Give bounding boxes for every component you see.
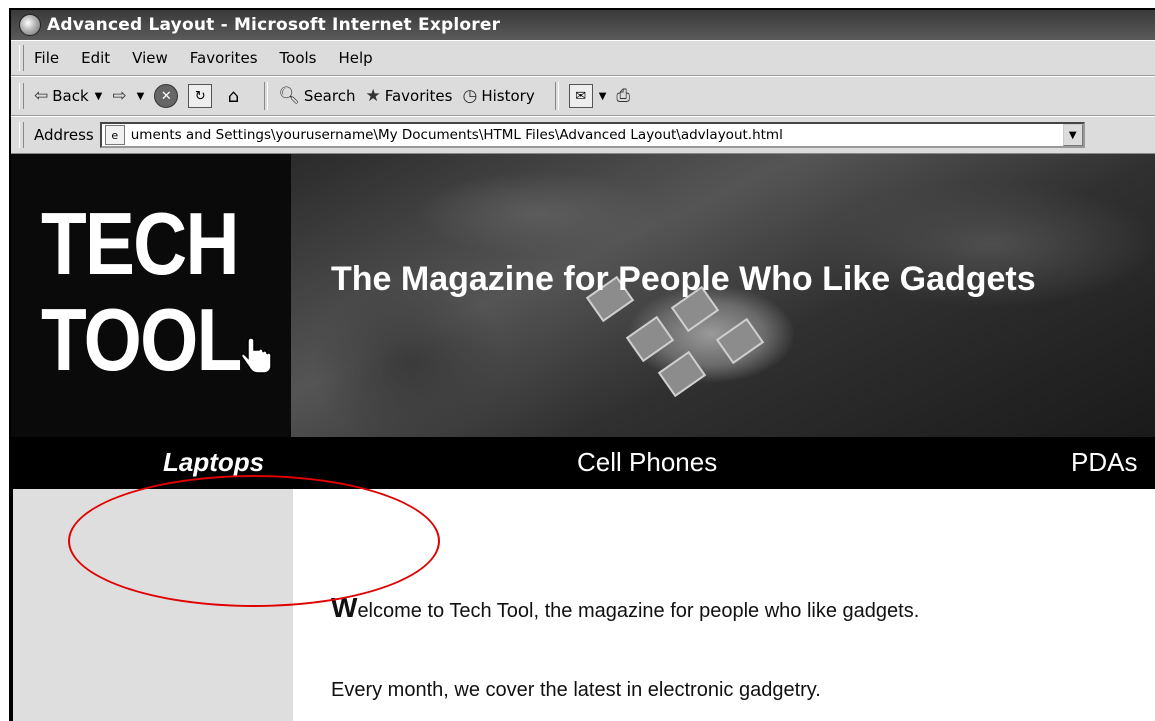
print-icon: ⎙ <box>616 86 631 106</box>
back-label: Back <box>52 87 89 105</box>
tech-tool-logo[interactable]: TECH TOOL <box>41 196 245 388</box>
mail-dropdown-icon[interactable]: ▼ <box>599 91 607 102</box>
back-button[interactable]: ⇦ Back ▼ <box>34 86 102 106</box>
ie-globe-icon <box>19 14 41 36</box>
page-icon: e <box>104 125 125 145</box>
header-banner: TECH TOOL The Magazine for People Who Li… <box>11 154 1155 437</box>
title-bar: Advanced Layout - Microsoft Internet Exp… <box>11 10 1155 40</box>
print-button[interactable]: ⎙ <box>616 86 634 106</box>
toolbar-separator <box>554 82 559 110</box>
menu-bar: File Edit View Favorites Tools Help <box>11 40 1155 76</box>
search-label: Search <box>303 87 356 105</box>
toolbar-grip[interactable] <box>19 45 24 71</box>
menu-view[interactable]: View <box>132 49 168 67</box>
photo-chip <box>657 350 707 398</box>
menu-tools[interactable]: Tools <box>280 49 317 67</box>
welcome-text: elcome to Tech Tool, the magazine for pe… <box>357 600 920 622</box>
toolbar-separator <box>264 82 269 110</box>
nav-link-pdas[interactable]: PDAs <box>1071 447 1137 478</box>
highlight-ellipse <box>68 475 440 607</box>
nav-link-laptops[interactable]: Laptops <box>163 447 264 478</box>
standard-toolbar: ⇦ Back ▼ ⇨ ▼ ✕ ↻ ⌂ 🔍︎ Search ★ Favorites… <box>11 76 1155 116</box>
logo-line-2: TOOL <box>41 290 242 389</box>
toolbar-grip[interactable] <box>19 83 24 109</box>
history-label: History <box>481 87 535 105</box>
favorites-icon: ★ <box>365 86 381 106</box>
forward-button[interactable]: ⇨ ▼ <box>112 86 144 106</box>
forward-dropdown-icon[interactable]: ▼ <box>137 91 145 102</box>
home-icon[interactable]: ⌂ <box>222 85 244 107</box>
menu-favorites[interactable]: Favorites <box>190 49 258 67</box>
photo-chip <box>625 315 675 363</box>
favorites-button[interactable]: ★ Favorites <box>365 86 452 106</box>
window-title: Advanced Layout - Microsoft Internet Exp… <box>47 15 501 35</box>
menu-file[interactable]: File <box>34 49 59 67</box>
photo-chip <box>715 317 765 365</box>
mail-button[interactable]: ✉ ▼ <box>568 84 607 108</box>
logo-line-1: TECH <box>41 194 240 293</box>
favorites-label: Favorites <box>384 87 453 105</box>
back-dropdown-icon[interactable]: ▼ <box>95 91 103 102</box>
search-icon: 🔍︎ <box>278 86 300 106</box>
intro-paragraph: Every month, we cover the latest in elec… <box>331 679 821 701</box>
toolbar-grip[interactable] <box>19 122 24 148</box>
site-tagline: The Magazine for People Who Like Gadgets <box>331 260 1036 298</box>
forward-arrow-icon: ⇨ <box>112 86 127 106</box>
address-bar: Address e uments and Settings\youruserna… <box>11 116 1155 154</box>
refresh-icon[interactable]: ↻ <box>188 84 213 108</box>
history-icon: ◷ <box>462 86 478 106</box>
menu-help[interactable]: Help <box>339 49 373 67</box>
welcome-paragraph: Welcome to Tech Tool, the magazine for p… <box>331 592 919 624</box>
hand-pointer-cursor-icon <box>241 337 272 374</box>
page-content: TECH TOOL The Magazine for People Who Li… <box>11 154 1155 721</box>
stop-icon[interactable]: ✕ <box>154 84 179 108</box>
address-value[interactable]: uments and Settings\yourusername\My Docu… <box>131 127 1063 143</box>
address-input[interactable]: e uments and Settings\yourusername\My Do… <box>99 122 1085 148</box>
search-button[interactable]: 🔍︎ Search <box>278 86 355 106</box>
history-button[interactable]: ◷ History <box>462 86 534 106</box>
mail-icon: ✉ <box>568 84 593 108</box>
nav-link-cell-phones[interactable]: Cell Phones <box>577 447 717 478</box>
menu-edit[interactable]: Edit <box>81 49 110 67</box>
address-dropdown-icon[interactable]: ▼ <box>1062 124 1083 146</box>
address-label: Address <box>34 126 94 144</box>
back-arrow-icon: ⇦ <box>34 86 49 106</box>
browser-window: Advanced Layout - Microsoft Internet Exp… <box>9 8 1155 721</box>
